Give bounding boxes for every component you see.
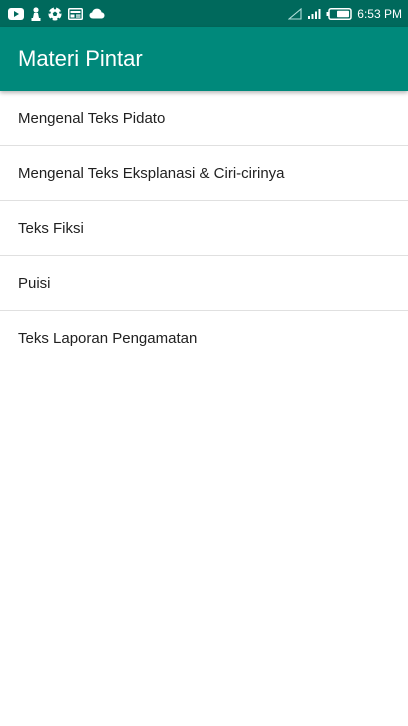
no-signal-icon	[288, 7, 302, 20]
list-item-puisi[interactable]: Puisi	[0, 256, 408, 311]
youtube-icon	[8, 7, 24, 20]
list-item-mengenal-teks-eksplanasi[interactable]: Mengenal Teks Eksplanasi & Ciri-cirinya	[0, 146, 408, 201]
news-icon	[68, 7, 83, 20]
soccer-ball-icon	[48, 6, 62, 21]
list-item-teks-fiksi[interactable]: Teks Fiksi	[0, 201, 408, 256]
status-bar: 6:53 PM	[0, 0, 408, 27]
cloud-icon	[89, 8, 105, 19]
notification-icons	[8, 6, 111, 21]
chess-piece-icon	[30, 6, 42, 21]
app-bar: Materi Pintar	[0, 27, 408, 91]
signal-icon	[307, 8, 321, 20]
list-item-label: Mengenal Teks Pidato	[18, 109, 166, 127]
app-title: Materi Pintar	[18, 46, 143, 71]
list-item-label: Teks Laporan Pengamatan	[18, 330, 198, 347]
list-item-label: Puisi	[18, 274, 51, 292]
list-item-teks-laporan-pengamatan[interactable]: Teks Laporan Pengamatan	[0, 311, 408, 366]
status-time: 6:53 PM	[357, 6, 402, 21]
battery-icon	[326, 7, 353, 20]
system-status-icons: 6:53 PM	[283, 7, 402, 21]
list-item-label: Teks Fiksi	[18, 219, 84, 237]
list-item-mengenal-teks-pidato[interactable]: Mengenal Teks Pidato	[0, 91, 408, 146]
list-item-label: Mengenal Teks Eksplanasi & Ciri-cirinya	[18, 164, 285, 182]
materi-list: Mengenal Teks Pidato Mengenal Teks Ekspl…	[0, 91, 408, 366]
